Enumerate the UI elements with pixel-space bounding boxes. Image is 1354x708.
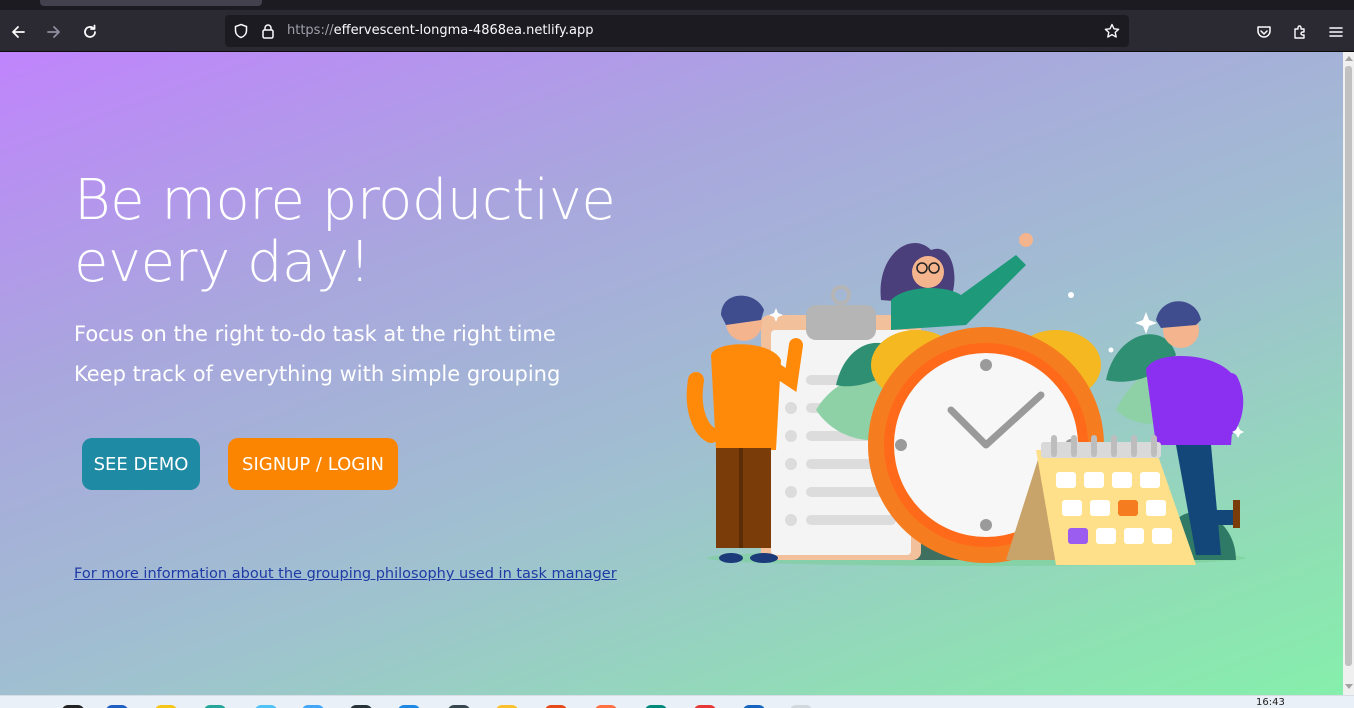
hero-subtitle-track: Keep track of everything with simple gro… — [74, 362, 561, 386]
address-bar[interactable]: https://effervescent-longma-4868ea.netli… — [225, 15, 1129, 47]
hero-subtitle-focus: Focus on the right to-do task at the rig… — [74, 322, 556, 346]
back-arrow-icon[interactable] — [6, 20, 30, 44]
landing-page: Be more productive every day! Focus on t… — [0, 52, 1343, 695]
see-demo-button[interactable]: SEE DEMO — [82, 438, 200, 490]
grouping-philosophy-link[interactable]: For more information about the grouping … — [74, 566, 617, 582]
browser-toolbar: https://effervescent-longma-4868ea.netli… — [0, 10, 1354, 52]
os-taskbar — [0, 695, 1354, 708]
url-scheme: https:// — [287, 23, 334, 38]
scrollbar-thumb[interactable] — [1345, 66, 1352, 666]
scroll-down-arrow-icon[interactable] — [1345, 684, 1353, 689]
tab-strip — [0, 0, 1354, 10]
lock-icon[interactable] — [260, 23, 276, 39]
forward-arrow-icon[interactable] — [42, 20, 66, 44]
hero-title: Be more productive every day! — [74, 168, 616, 295]
extensions-icon[interactable] — [1288, 20, 1312, 44]
active-tab[interactable] — [40, 0, 262, 6]
reload-icon[interactable] — [78, 20, 102, 44]
bookmark-star-icon[interactable] — [1104, 23, 1120, 39]
pocket-icon[interactable] — [1252, 20, 1276, 44]
url-text[interactable]: https://effervescent-longma-4868ea.netli… — [287, 23, 593, 38]
shield-icon[interactable] — [233, 23, 249, 39]
url-host: effervescent-longma-4868ea.netlify.app — [333, 23, 594, 38]
signup-login-button[interactable]: SIGNUP / LOGIN — [228, 438, 398, 490]
taskbar-clock[interactable]: 16:43 — [1256, 697, 1285, 708]
menu-icon[interactable] — [1324, 20, 1348, 44]
productivity-illustration — [686, 233, 1246, 566]
scroll-up-arrow-icon[interactable] — [1345, 56, 1353, 61]
